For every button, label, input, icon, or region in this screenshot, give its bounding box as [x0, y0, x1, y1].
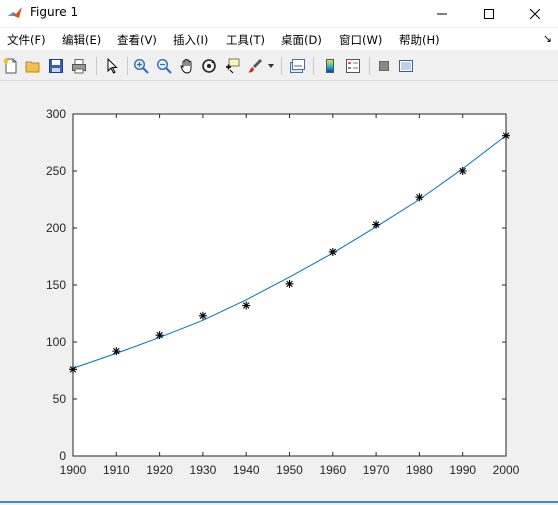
link-plot-icon — [290, 59, 305, 73]
x-tick-label: 1970 — [363, 463, 390, 477]
title-bar: Figure 1 — [0, 0, 558, 27]
data-point-star — [198, 311, 207, 320]
menu-file[interactable]: 文件(F) — [7, 32, 46, 48]
maximize-icon — [484, 8, 494, 19]
brush-button[interactable] — [245, 56, 265, 76]
zoom-in-icon — [133, 58, 149, 74]
data-point-star — [69, 365, 77, 374]
toolbar-separator — [127, 57, 128, 75]
menu-desktop[interactable]: 桌面(D) — [281, 32, 322, 48]
minimize-button[interactable] — [419, 0, 465, 27]
x-tick-label: 1920 — [146, 463, 173, 477]
x-tick-label: 1950 — [276, 463, 303, 477]
chevron-down-icon — [268, 64, 274, 68]
window-title: Figure 1 — [30, 5, 79, 19]
y-tick-label: 50 — [53, 392, 67, 406]
pan-hand-icon — [180, 59, 192, 74]
menu-insert[interactable]: 插入(I) — [173, 32, 208, 48]
insert-colorbar-button[interactable] — [320, 56, 340, 76]
new-figure-icon — [3, 58, 17, 74]
edit-plot-button[interactable] — [102, 56, 122, 76]
zoom-in-button[interactable] — [131, 56, 151, 76]
y-tick-label: 150 — [46, 278, 66, 292]
hide-plot-tools-icon — [379, 61, 389, 71]
minimize-icon — [437, 13, 447, 14]
menu-view[interactable]: 查看(V) — [117, 32, 157, 48]
show-plot-tools-icon — [399, 60, 413, 72]
data-point-star — [415, 193, 424, 202]
new-figure-button[interactable] — [1, 56, 21, 76]
data-point-star — [155, 331, 164, 340]
toolbar-separator — [313, 57, 314, 75]
data-point-star — [502, 131, 510, 140]
x-tick-label: 2000 — [493, 463, 520, 477]
x-tick-label: 1980 — [406, 463, 433, 477]
insert-legend-button[interactable] — [343, 56, 363, 76]
open-file-icon — [25, 61, 40, 73]
y-tick-label: 0 — [59, 449, 66, 463]
x-tick-label: 1930 — [190, 463, 217, 477]
y-tick-label: 250 — [46, 164, 66, 178]
menu-window[interactable]: 窗口(W) — [339, 32, 382, 48]
data-cursor-button[interactable] — [222, 56, 242, 76]
data-cursor-icon — [226, 58, 240, 74]
close-button[interactable] — [512, 0, 558, 27]
x-tick-label: 1990 — [449, 463, 476, 477]
menu-bar: 文件(F) 编辑(E) 查看(V) 插入(I) 工具(T) 桌面(D) 窗口(W… — [0, 28, 558, 50]
pan-button[interactable] — [177, 56, 197, 76]
colorbar-icon — [326, 59, 334, 73]
pointer-icon — [107, 58, 118, 74]
brush-icon — [248, 59, 262, 73]
save-button[interactable] — [46, 56, 66, 76]
figure-toolbar — [0, 52, 558, 81]
rotate-3d-button[interactable] — [199, 56, 219, 76]
hide-plot-tools-button[interactable] — [374, 56, 394, 76]
data-point-star — [112, 347, 121, 356]
maximize-button[interactable] — [466, 0, 512, 27]
x-tick-label: 1900 — [60, 463, 87, 477]
link-plot-button[interactable] — [287, 56, 307, 76]
print-icon — [72, 59, 86, 74]
plot-axes[interactable]: 1900 1910 1920 1930 1940 1950 1960 1970 1980 1990… — [0, 81, 558, 501]
y-tick-label: 200 — [46, 221, 66, 235]
x-tick-label: 1910 — [103, 463, 130, 477]
menu-dock-arrow[interactable]: ↘ — [543, 32, 552, 45]
brush-dropdown[interactable] — [265, 56, 277, 76]
show-plot-tools-button[interactable] — [396, 56, 416, 76]
y-tick-label: 300 — [46, 107, 66, 121]
x-tick-label: 1960 — [319, 463, 346, 477]
figure-canvas: 1900 1910 1920 1930 1940 1950 1960 1970 1980 1990… — [0, 81, 558, 501]
menu-tools[interactable]: 工具(T) — [226, 32, 265, 48]
data-point-star — [242, 301, 251, 310]
menu-help[interactable]: 帮助(H) — [399, 32, 440, 48]
toolbar-separator — [369, 57, 370, 75]
x-tick-label: 1940 — [233, 463, 260, 477]
data-point-star — [372, 220, 381, 229]
rotate-3d-icon — [202, 59, 216, 73]
print-button[interactable] — [69, 56, 89, 76]
zoom-out-icon — [156, 58, 172, 74]
close-icon — [530, 8, 540, 19]
toolbar-separator — [281, 57, 282, 75]
legend-icon — [346, 59, 360, 73]
save-icon — [49, 59, 63, 73]
y-tick-label: 100 — [46, 335, 66, 349]
data-point-star — [328, 247, 337, 256]
toolbar-separator — [96, 57, 97, 75]
open-file-button[interactable] — [23, 56, 43, 76]
matlab-logo-icon — [8, 7, 22, 18]
zoom-out-button[interactable] — [154, 56, 174, 76]
data-point-star — [458, 167, 467, 175]
data-point-star — [285, 279, 294, 288]
menu-edit[interactable]: 编辑(E) — [62, 32, 101, 48]
